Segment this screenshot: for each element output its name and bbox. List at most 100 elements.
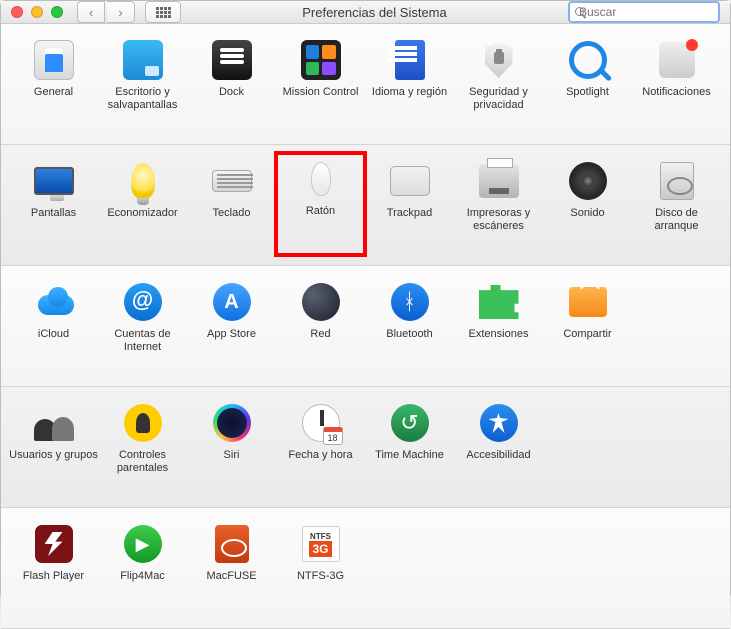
pref-siri[interactable]: Siri [187,401,276,497]
pref-label: Pantallas [31,207,76,220]
pref-label: Bluetooth [386,328,432,341]
pref-label: Compartir [563,328,611,341]
pref-label: Siri [224,449,240,462]
dock-icon [212,40,252,80]
teclado-icon [212,161,252,201]
pref-label: Idioma y región [372,86,447,99]
pref-dock[interactable]: Dock [187,38,276,134]
economizador-icon [123,161,163,201]
search-input[interactable] [579,5,731,19]
pref-fecha[interactable]: 18 Fecha y hora [276,401,365,497]
window-controls [11,6,63,18]
pref-bluetooth[interactable]: ᚼ Bluetooth [365,280,454,376]
pref-spotlight[interactable]: Spotlight [543,38,632,134]
extensiones-icon [479,282,519,322]
ntfs3g-icon: NTFS3G [301,524,341,564]
show-all-button[interactable] [145,1,181,23]
pref-sonido[interactable]: Sonido [543,159,632,255]
pref-raton[interactable]: Ratón [276,153,365,255]
pref-label: NTFS-3G [297,570,344,583]
pref-accesibilidad[interactable]: Accesibilidad [454,401,543,497]
pref-label: Economizador [107,207,177,220]
window-title: Preferencias del Sistema [187,5,562,20]
pref-flip4mac[interactable]: Flip4Mac [98,522,187,618]
pref-flashplayer[interactable]: Flash Player [9,522,98,618]
pref-seguridad[interactable]: Seguridad y privacidad [454,38,543,134]
pref-ntfs3g[interactable]: NTFS3G NTFS-3G [276,522,365,618]
pref-disco[interactable]: Disco de arranque [632,159,721,255]
pref-label: Cuentas de Internet [98,328,187,354]
pref-label: Red [310,328,330,341]
pref-red[interactable]: Red [276,280,365,376]
pref-label: MacFUSE [206,570,256,583]
pref-escritorio[interactable]: Escritorio y salvapantallas [98,38,187,134]
pref-compartir[interactable]: Compartir [543,280,632,376]
pref-label: Usuarios y grupos [9,449,98,462]
close-icon[interactable] [11,6,23,18]
raton-icon [301,159,341,199]
pref-label: Escritorio y salvapantallas [98,86,187,112]
titlebar: ‹ › Preferencias del Sistema [1,1,730,24]
pref-appstore[interactable]: App Store [187,280,276,376]
sonido-icon [568,161,608,201]
pref-pantallas[interactable]: Pantallas [9,159,98,255]
pref-extensiones[interactable]: Extensiones [454,280,543,376]
parentales-icon [123,403,163,443]
pantallas-icon [34,161,74,201]
flip4mac-icon [123,524,163,564]
bluetooth-icon: ᚼ [390,282,430,322]
idioma-icon [390,40,430,80]
pref-macfuse[interactable]: MacFUSE [187,522,276,618]
pref-label: Accesibilidad [466,449,530,462]
pref-timemachine[interactable]: Time Machine [365,401,454,497]
flashplayer-icon [34,524,74,564]
pref-row-3: Usuarios y gruposControles parentales Sir… [1,387,730,508]
pref-label: iCloud [38,328,69,341]
forward-button[interactable]: › [107,1,135,23]
pref-cuentas[interactable]: Cuentas de Internet [98,280,187,376]
macfuse-icon [212,524,252,564]
search-field[interactable] [568,1,720,23]
siri-icon [212,403,252,443]
pref-label: Fecha y hora [288,449,352,462]
appstore-icon [212,282,252,322]
pref-parentales[interactable]: Controles parentales [98,401,187,497]
pref-idioma[interactable]: Idioma y región [365,38,454,134]
nav-buttons: ‹ › [77,1,135,23]
back-button[interactable]: ‹ [77,1,105,23]
disco-icon [657,161,697,201]
pref-usuarios[interactable]: Usuarios y grupos [9,401,98,497]
fecha-icon: 18 [301,403,341,443]
pref-label: Controles parentales [98,449,187,475]
pref-label: Spotlight [566,86,609,99]
trackpad-icon [390,161,430,201]
pref-label: Dock [219,86,244,99]
icloud-icon [34,282,74,322]
notificaciones-icon [657,40,697,80]
pref-trackpad[interactable]: Trackpad [365,159,454,255]
spotlight-icon [568,40,608,80]
minimize-icon[interactable] [31,6,43,18]
pref-economizador[interactable]: Economizador [98,159,187,255]
zoom-icon[interactable] [51,6,63,18]
pref-icloud[interactable]: iCloud [9,280,98,376]
escritorio-icon [123,40,163,80]
pref-label: Seguridad y privacidad [454,86,543,112]
pref-teclado[interactable]: Teclado [187,159,276,255]
pref-label: Ratón [306,205,335,218]
impresoras-icon [479,161,519,201]
cuentas-icon [123,282,163,322]
pref-impresoras[interactable]: Impresoras y escáneres [454,159,543,255]
pref-label: Notificaciones [642,86,710,99]
pref-mission[interactable]: Mission Control [276,38,365,134]
seguridad-icon [479,40,519,80]
pref-row-2: iCloud Cuentas de InternetApp Store Red ᚼ Bl… [1,266,730,387]
pref-label: Teclado [213,207,251,220]
pref-general[interactable]: General [9,38,98,134]
pref-label: Impresoras y escáneres [454,207,543,233]
compartir-icon [568,282,608,322]
pref-notificaciones[interactable]: Notificaciones [632,38,721,134]
grid-icon [156,7,171,18]
pref-label: Time Machine [375,449,444,462]
timemachine-icon [390,403,430,443]
